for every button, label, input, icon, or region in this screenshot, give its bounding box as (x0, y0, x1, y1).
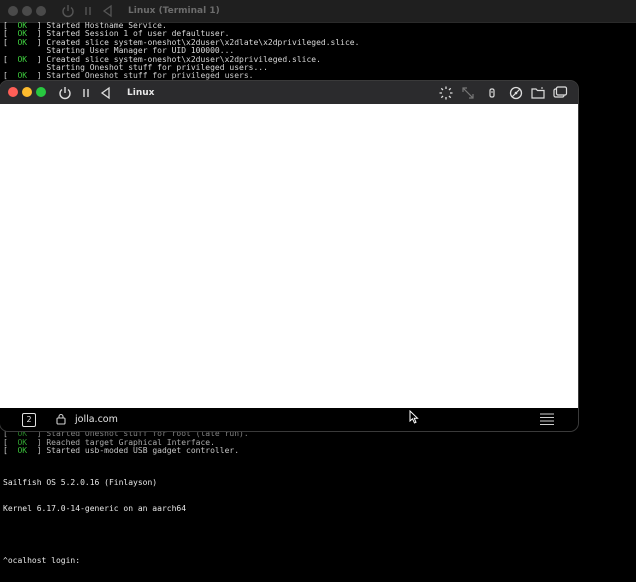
status-bracket: [ OK ] (3, 71, 47, 81)
boot-log: [ OK ] Started Hostname Service.[ OK ] S… (3, 21, 359, 81)
zoom-button[interactable] (36, 87, 46, 97)
back-triangle-icon[interactable] (98, 85, 114, 101)
brightness-icon[interactable] (438, 85, 454, 101)
login-prompt[interactable]: ^ocalhost login: (3, 556, 186, 566)
display-area[interactable] (0, 104, 578, 408)
lock-icon (56, 413, 66, 425)
status-bracket: [ OK ] (3, 446, 47, 456)
menu-icon[interactable] (540, 413, 554, 426)
os-version-line: Sailfish OS 5.2.0.16 (Finlayson) (3, 478, 158, 488)
kernel-line: Kernel 6.17.0-14-generic on an aarch64 (3, 503, 187, 513)
window-titlebar: Linux (0, 81, 578, 104)
login-footer: Sailfish OS 5.2.0.16 (Finlayson) Kernel … (3, 462, 186, 582)
resize-arrows-icon[interactable] (460, 85, 476, 101)
log-line: [ OK ] Started usb-moded USB gadget cont… (3, 446, 249, 456)
window-title: Linux (127, 88, 155, 98)
browser-bottom-bar: 2 jolla.com (0, 408, 578, 431)
log-text: Started usb-moded USB gadget controller. (46, 446, 240, 456)
disc-icon[interactable] (508, 85, 524, 101)
pause-icon[interactable] (78, 85, 94, 101)
terminal-titlebar: Linux (Terminal 1) (0, 0, 636, 23)
ok-status: OK (17, 446, 28, 456)
shared-folder-icon[interactable] (530, 85, 546, 101)
tab-count-button[interactable]: 2 (22, 413, 36, 427)
power-icon[interactable] (60, 3, 76, 19)
usb-icon[interactable] (484, 85, 500, 101)
url-field[interactable]: jolla.com (75, 414, 118, 425)
minimize-button[interactable] (22, 87, 32, 97)
back-triangle-icon[interactable] (100, 3, 116, 19)
linux-window: Linux 2 jolla.com (0, 81, 578, 431)
mouse-cursor-icon (409, 410, 419, 424)
terminal-title: Linux (Terminal 1) (128, 6, 220, 16)
zoom-button[interactable] (36, 6, 46, 16)
log-text: Started Oneshot stuff for privileged use… (46, 71, 254, 81)
log-line: [ OK ] Started Oneshot stuff for privile… (3, 72, 359, 80)
power-icon[interactable] (57, 85, 73, 101)
ok-status: OK (17, 71, 28, 81)
close-button[interactable] (8, 6, 18, 16)
pause-icon[interactable] (80, 3, 96, 19)
boot-log-bottom: [ OK ] Started Oneshot stuff for root (l… (3, 429, 249, 456)
minimize-button[interactable] (22, 6, 32, 16)
windows-icon[interactable] (552, 85, 568, 101)
close-button[interactable] (8, 87, 18, 97)
